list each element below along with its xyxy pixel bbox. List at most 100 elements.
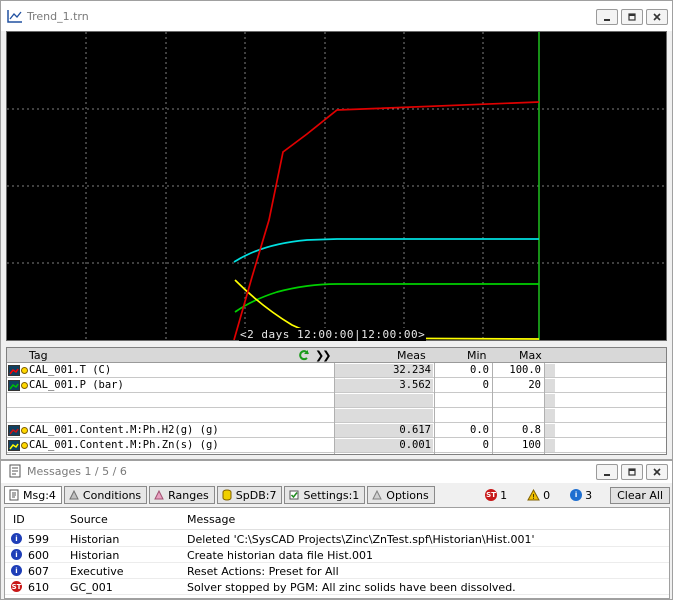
trend-window: Trend_1.trn <2 days 12:00:00|12:00:00> T… bbox=[0, 0, 673, 460]
message-source: Executive bbox=[70, 565, 124, 578]
meas-column-header[interactable]: Meas bbox=[397, 349, 426, 362]
trend-app-icon bbox=[7, 10, 22, 23]
fast-forward-icon[interactable]: ❯❯ bbox=[315, 349, 332, 362]
tag-table: Tag ❯❯ Meas Min Max CAL_001.T (C) 32.234 0… bbox=[6, 347, 667, 455]
error-counter[interactable]: ST 1 bbox=[485, 489, 507, 502]
minimize-button[interactable] bbox=[596, 9, 618, 25]
message-column-header[interactable]: Message bbox=[187, 513, 235, 526]
trend-plot-area[interactable]: <2 days 12:00:00|12:00:00> bbox=[6, 31, 667, 341]
info-icon: i bbox=[570, 489, 583, 501]
message-text: Deleted 'C:\SysCAD Projects\Zinc\ZnTest.… bbox=[187, 533, 535, 546]
id-column-header[interactable]: ID bbox=[13, 513, 25, 526]
pen-icon[interactable] bbox=[8, 380, 20, 391]
min-cell: 0 bbox=[482, 379, 489, 391]
trend-chart bbox=[7, 32, 666, 340]
restore-button[interactable] bbox=[621, 9, 643, 25]
tab-options[interactable]: Options bbox=[367, 486, 435, 504]
trend-window-title: Trend_1.trn bbox=[27, 10, 89, 23]
max-column-header[interactable]: Max bbox=[519, 349, 542, 362]
warning-counter[interactable]: ! 0 bbox=[527, 489, 550, 502]
pen-icon[interactable] bbox=[8, 440, 20, 451]
spacer-cell bbox=[545, 394, 555, 407]
tab-label: Ranges bbox=[168, 488, 209, 502]
close-icon bbox=[653, 468, 661, 476]
meas-cell: 0.001 bbox=[335, 439, 433, 452]
tab-msg[interactable]: Msg:4 bbox=[4, 486, 62, 504]
minimize-button[interactable] bbox=[596, 464, 618, 480]
pen-status-dot bbox=[21, 427, 28, 434]
error-count: 1 bbox=[500, 488, 508, 502]
page-icon bbox=[9, 489, 19, 501]
tag-cell: CAL_001.Content.M:Ph.H2(g) (g) bbox=[29, 424, 219, 436]
message-row[interactable]: i 607 Executive Reset Actions: Preset for A… bbox=[5, 563, 669, 579]
info-counter[interactable]: i 3 bbox=[570, 489, 592, 502]
messages-window-title: Messages 1 / 5 / 6 bbox=[27, 465, 127, 478]
message-id: 599 bbox=[28, 533, 49, 546]
options-icon bbox=[372, 489, 383, 500]
tab-label: Msg:4 bbox=[23, 488, 56, 502]
messages-titlebar[interactable]: Messages 1 / 5 / 6 bbox=[1, 461, 672, 483]
message-id: 610 bbox=[28, 581, 49, 594]
tag-cell bbox=[29, 394, 333, 407]
error-icon: ST bbox=[485, 489, 498, 501]
tag-column-header[interactable]: Tag bbox=[29, 349, 48, 362]
warning-count: 0 bbox=[543, 488, 551, 502]
meas-cell bbox=[335, 409, 433, 422]
tab-ranges[interactable]: Ranges bbox=[149, 486, 215, 504]
tab-spdb[interactable]: SpDB:7 bbox=[216, 486, 283, 504]
max-cell: 0.8 bbox=[522, 424, 541, 436]
tab-label: Conditions bbox=[82, 488, 142, 502]
message-text: Solver stopped by PGM: All zinc solids h… bbox=[187, 581, 516, 594]
message-id: 600 bbox=[28, 549, 49, 562]
tag-table-row[interactable]: CAL_001.Content.M:Ph.H2(g) (g) 0.617 0.0 0.… bbox=[7, 424, 666, 438]
spacer-cell bbox=[545, 424, 555, 437]
max-cell: 100.0 bbox=[509, 364, 541, 376]
tag-table-row[interactable] bbox=[7, 409, 666, 423]
tag-cell: CAL_001.T (C) bbox=[29, 364, 112, 376]
trend-titlebar[interactable]: Trend_1.trn bbox=[1, 1, 672, 31]
pen-status-dot bbox=[21, 382, 28, 389]
message-row[interactable]: i 600 Historian Create historian data file … bbox=[5, 547, 669, 563]
tag-cell: CAL_001.Content.M:Ph.Zn(s) (g) bbox=[29, 439, 219, 451]
message-source: Historian bbox=[70, 533, 120, 546]
tag-table-row[interactable]: CAL_001.Content.M:Ph.Zn(s) (g) 0.001 0 100 bbox=[7, 439, 666, 453]
spacer-cell bbox=[545, 409, 555, 422]
pen-icon[interactable] bbox=[8, 365, 20, 376]
min-cell bbox=[435, 409, 491, 422]
min-cell bbox=[435, 394, 491, 407]
spacer-cell bbox=[545, 379, 555, 392]
message-row[interactable]: i 599 Historian Deleted 'C:\SysCAD Projects… bbox=[5, 531, 669, 547]
time-span-label: <2 days 12:00:00|12:00:00> bbox=[239, 328, 427, 341]
pen-icon[interactable] bbox=[8, 425, 20, 436]
database-icon bbox=[222, 489, 232, 501]
restore-icon bbox=[628, 13, 636, 21]
messages-tab-bar: Msg:4 Conditions Ranges SpDB:7 Settings:… bbox=[4, 485, 670, 505]
message-row[interactable]: ST 610 GC_001 Solver stopped by PGM: All zi… bbox=[5, 579, 669, 595]
max-cell bbox=[493, 394, 543, 407]
messages-window: Messages 1 / 5 / 6 Msg:4 Conditions Rang… bbox=[0, 460, 673, 600]
meas-cell bbox=[335, 394, 433, 407]
tab-conditions[interactable]: Conditions bbox=[63, 486, 148, 504]
tag-table-row[interactable]: CAL_001.T (C) 32.234 0.0 100.0 bbox=[7, 364, 666, 378]
refresh-icon[interactable] bbox=[298, 349, 310, 361]
tag-table-header: Tag ❯❯ Meas Min Max bbox=[7, 348, 666, 363]
svg-text:!: ! bbox=[532, 493, 535, 501]
source-column-header[interactable]: Source bbox=[70, 513, 108, 526]
tag-table-row[interactable] bbox=[7, 394, 666, 408]
message-text: Reset Actions: Preset for All bbox=[187, 565, 339, 578]
restore-button[interactable] bbox=[621, 464, 643, 480]
messages-list-header: ID Source Message bbox=[5, 508, 669, 530]
column-divider bbox=[492, 363, 493, 454]
close-button[interactable] bbox=[646, 9, 668, 25]
tab-settings[interactable]: Settings:1 bbox=[284, 486, 366, 504]
max-cell: 100 bbox=[522, 439, 541, 451]
column-divider bbox=[544, 363, 545, 454]
messages-list: ID Source Message i 599 Historian Deleted '… bbox=[4, 507, 670, 599]
close-button[interactable] bbox=[646, 464, 668, 480]
tag-table-row[interactable]: CAL_001.P (bar) 3.562 0 20 bbox=[7, 379, 666, 393]
info-icon: i bbox=[11, 565, 22, 576]
meas-cell: 32.234 bbox=[335, 364, 433, 377]
clear-all-button[interactable]: Clear All bbox=[610, 486, 670, 504]
tag-cell bbox=[29, 409, 333, 422]
min-column-header[interactable]: Min bbox=[467, 349, 487, 362]
